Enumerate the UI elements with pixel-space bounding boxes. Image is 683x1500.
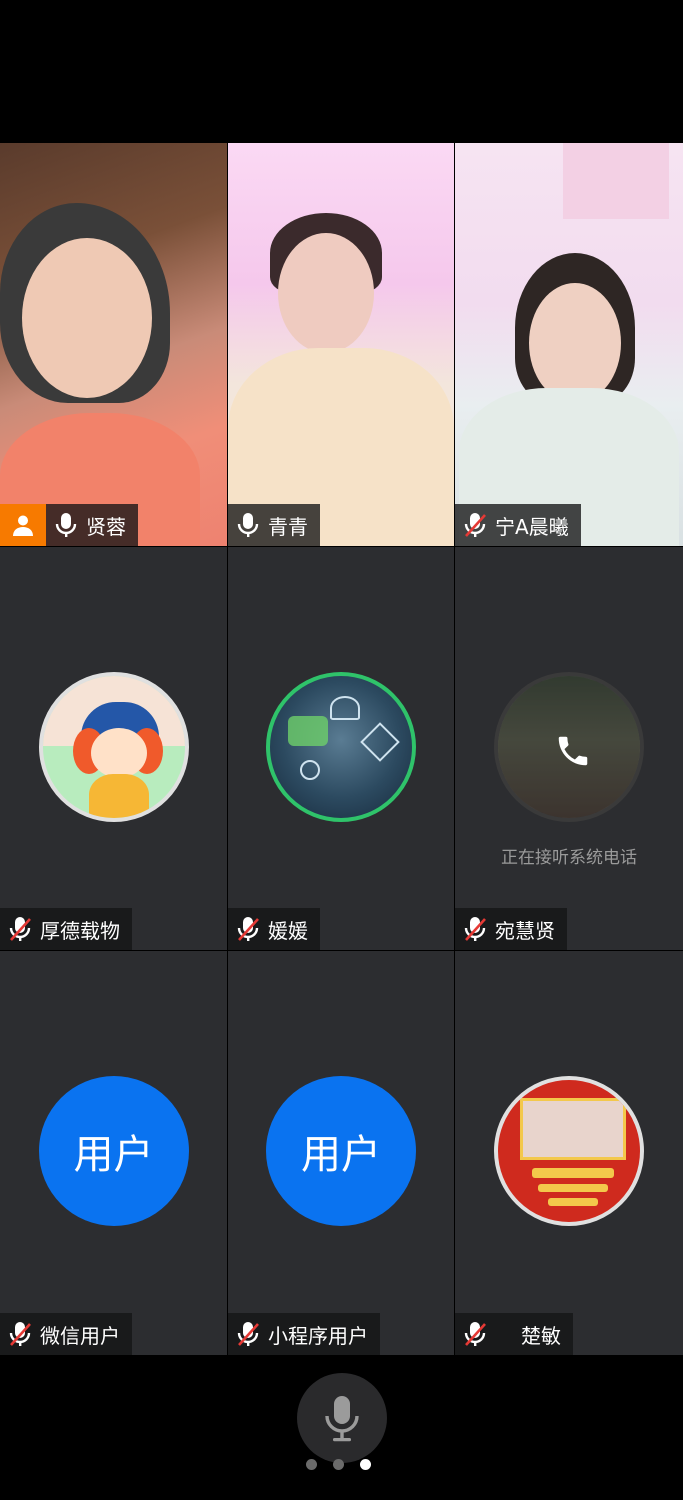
avatar: 用户 [266,1076,416,1226]
participant-tile[interactable]: 正在接听系统电话 宛慧贤 [455,547,683,950]
name-tag: 媛媛 [228,908,320,950]
name-tag: 宛慧贤 [455,908,567,950]
participant-tile[interactable]: 青青 [228,143,454,546]
microphone-icon [46,504,86,546]
top-bar [0,0,683,143]
page-indicator [306,1459,371,1470]
phone-icon [548,726,598,776]
microphone-icon [228,504,268,546]
host-badge [0,504,46,546]
participant-name: 宛慧贤 [495,918,555,943]
microphone-muted-icon [228,908,268,950]
avatar [38,672,189,822]
participant-video [455,143,683,546]
name-tag: 微信用户 [0,1313,132,1355]
participant-name: 小程序用户 [268,1323,368,1348]
participant-tile[interactable]: 厚德载物 [0,547,227,950]
participant-tile[interactable]: 贤蓉 [0,143,227,546]
name-tag: 小程序用户 [228,1313,380,1355]
person-icon [13,515,33,536]
participant-name: 媛媛 [268,918,308,943]
participant-tile[interactable]: 媛媛 [228,547,454,950]
participant-name: 楚敏 [521,1323,561,1348]
participant-name: 贤蓉 [86,514,126,539]
participant-name: 宁A晨曦 [495,514,569,539]
bottom-bar [0,1355,683,1500]
microphone-muted-icon [455,504,495,546]
participant-video [228,143,454,546]
participant-name: 厚德载物 [40,918,120,943]
name-tag: 贤蓉 [0,504,138,546]
participant-tile[interactable]: 用户 微信用户 [0,951,227,1355]
call-status-text: 正在接听系统电话 [501,848,637,868]
microphone-muted-icon [455,1313,495,1355]
participant-tile[interactable]: 宁A晨曦 [455,143,683,546]
avatar [266,672,416,822]
avatar-text: 用户 [266,1076,416,1226]
avatar-text: 用户 [38,1076,189,1226]
avatar: 用户 [38,1076,189,1226]
participant-tile[interactable]: 楚敏 [455,951,683,1355]
participant-video [0,143,227,546]
participant-grid: 贤蓉 青青 宁A晨曦 厚德载物 媛媛 正在接听系统电话 宛慧贤 用户 微信用户 … [0,143,683,1355]
page-dot[interactable] [333,1459,344,1470]
microphone-button[interactable] [297,1373,387,1463]
avatar [494,1076,644,1226]
microphone-muted-icon [0,908,40,950]
participant-name: 青青 [268,514,308,539]
name-tag: 青青 [228,504,320,546]
participant-name: 微信用户 [40,1323,120,1348]
page-dot[interactable] [306,1459,317,1470]
microphone-muted-icon [455,908,495,950]
avatar [494,672,644,822]
name-tag: 宁A晨曦 [455,504,581,546]
name-tag: 厚德载物 [0,908,132,950]
microphone-muted-icon [0,1313,40,1355]
participant-tile[interactable]: 用户 小程序用户 [228,951,454,1355]
microphone-icon [325,1396,359,1442]
microphone-muted-icon [228,1313,268,1355]
name-tag: 楚敏 [455,1313,573,1355]
page-dot-active[interactable] [360,1459,371,1470]
